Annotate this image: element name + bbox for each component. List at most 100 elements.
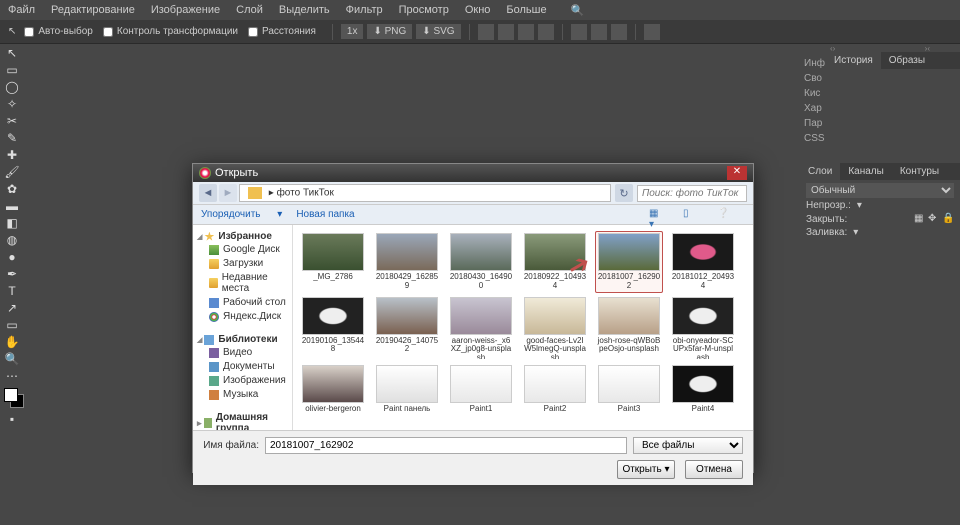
foreground-color[interactable] <box>4 388 18 402</box>
panel-handle-left[interactable]: ‹› <box>830 44 835 52</box>
preview-pane-icon[interactable]: ▯ <box>683 208 697 222</box>
sidebar-libraries[interactable]: Библиотеки <box>197 334 290 345</box>
file-item[interactable]: 20181012_204934 <box>669 231 737 293</box>
opacity-slider[interactable]: ▾ <box>857 200 954 211</box>
mini-swatches[interactable]: Сво <box>804 71 822 86</box>
align-right-icon[interactable] <box>518 24 534 40</box>
lasso-tool[interactable]: ◯ <box>2 78 22 95</box>
more-align-icon[interactable] <box>644 24 660 40</box>
lock-all-icon[interactable]: 🔒 <box>942 213 954 225</box>
lock-pixels-icon[interactable]: ▦ <box>914 213 926 225</box>
sidebar-item-video[interactable]: Видео <box>195 346 290 359</box>
export-svg-button[interactable]: ⬇ SVG <box>416 24 460 39</box>
menu-window[interactable]: Окно <box>465 4 491 16</box>
pixel-ratio-select[interactable]: 1x <box>341 24 364 39</box>
mini-paragraph[interactable]: Пар <box>804 116 822 131</box>
distribute-h-icon[interactable] <box>571 24 587 40</box>
align-top-icon[interactable] <box>538 24 554 40</box>
nav-back-button[interactable]: ◄ <box>199 184 217 202</box>
eraser-tool[interactable]: ▬ <box>2 197 22 214</box>
blend-mode-select[interactable]: Обычный <box>806 183 954 198</box>
distances-toggle[interactable]: Расстояния <box>248 26 316 37</box>
cancel-button[interactable]: Отмена <box>685 460 743 479</box>
search-input[interactable] <box>637 185 747 202</box>
sidebar-item-music[interactable]: Музыка <box>195 388 290 401</box>
tab-paths[interactable]: Контуры <box>892 163 947 180</box>
auto-select-toggle[interactable]: Авто-выбор <box>24 26 92 37</box>
mini-character[interactable]: Хар <box>804 101 822 116</box>
clone-tool[interactable]: ✿ <box>2 180 22 197</box>
sidebar-item-desktop[interactable]: Рабочий стол <box>195 296 290 309</box>
distribute-v-icon[interactable] <box>591 24 607 40</box>
align-left-icon[interactable] <box>478 24 494 40</box>
menu-image[interactable]: Изображение <box>151 4 220 16</box>
file-item[interactable]: olivier-bergeron <box>299 363 367 416</box>
filename-input[interactable] <box>265 437 627 454</box>
mini-info[interactable]: Инф <box>804 56 822 71</box>
lock-position-icon[interactable]: ✥ <box>928 213 940 225</box>
healing-tool[interactable]: ✚ <box>2 146 22 163</box>
mini-brushes[interactable]: Кис <box>804 86 822 101</box>
magic-wand-tool[interactable]: ✧ <box>2 95 22 112</box>
file-item[interactable]: 20190106_135448 <box>299 295 367 361</box>
menu-edit[interactable]: Редактирование <box>51 4 135 16</box>
type-tool[interactable]: T <box>2 282 22 299</box>
help-icon[interactable]: ❔ <box>717 208 731 222</box>
blur-tool[interactable]: ◍ <box>2 231 22 248</box>
file-item[interactable]: good-faces-Lv2IW5lmegQ-unsplash <box>521 295 589 361</box>
file-item[interactable]: 20190426_140752 <box>373 295 441 361</box>
menu-layer[interactable]: Слой <box>236 4 263 16</box>
eyedropper-tool[interactable]: ✎ <box>2 129 22 146</box>
file-item[interactable]: 20181007_162902 <box>595 231 663 293</box>
sidebar-item-documents[interactable]: Документы <box>195 360 290 373</box>
menu-file[interactable]: Файл <box>8 4 35 16</box>
file-item[interactable]: obi-onyeador-SCUPx5far-M-unsplash <box>669 295 737 361</box>
hand-tool[interactable]: ✋ <box>2 333 22 350</box>
filetype-select[interactable]: Все файлы <box>633 437 743 454</box>
fill-slider[interactable]: ▾ <box>853 227 954 238</box>
align-middle-icon[interactable] <box>611 24 627 40</box>
menu-filter[interactable]: Фильтр <box>346 4 383 16</box>
pen-tool[interactable]: ✒ <box>2 265 22 282</box>
path-tool[interactable]: ↗ <box>2 299 22 316</box>
file-item[interactable]: aaron-weiss-_x6XZ_jp0g8-unsplash <box>447 295 515 361</box>
move-tool[interactable]: ↖ <box>2 44 22 61</box>
view-mode-icon[interactable]: ▦ ▾ <box>649 208 663 222</box>
sidebar-homegroup[interactable]: Домашняя группа <box>197 412 290 430</box>
new-folder-button[interactable]: Новая папка <box>296 209 354 220</box>
transform-controls-toggle[interactable]: Контроль трансформации <box>103 26 238 37</box>
quick-mask-toggle[interactable]: ▪ <box>2 410 22 427</box>
breadcrumb[interactable]: ▸ фото ТикТок <box>239 184 611 202</box>
menu-dots[interactable]: ⋯ <box>2 367 22 384</box>
zoom-tool[interactable]: 🔍 <box>2 350 22 367</box>
organize-button[interactable]: Упорядочить ▾ <box>201 209 282 220</box>
tab-presets[interactable]: Образы <box>881 52 933 69</box>
file-item[interactable]: Paint2 <box>521 363 589 416</box>
file-item[interactable]: Paint панель <box>373 363 441 416</box>
file-item[interactable]: Paint3 <box>595 363 663 416</box>
file-item[interactable]: 20180922_104934 <box>521 231 589 293</box>
align-center-h-icon[interactable] <box>498 24 514 40</box>
menu-view[interactable]: Просмотр <box>399 4 449 16</box>
tab-history[interactable]: История <box>826 52 881 69</box>
color-swatches[interactable] <box>4 388 22 406</box>
panel-handle-right[interactable]: ›‹ <box>925 44 930 52</box>
file-item[interactable]: Paint1 <box>447 363 515 416</box>
dodge-tool[interactable]: ● <box>2 248 22 265</box>
export-png-button[interactable]: ⬇ PNG <box>367 24 412 39</box>
sidebar-favorites[interactable]: Избранное <box>197 231 290 242</box>
brush-tool[interactable]: 🖌 <box>2 163 22 180</box>
menu-more[interactable]: Больше <box>506 4 546 16</box>
search-icon[interactable]: 🔍 <box>571 4 585 17</box>
file-item[interactable]: Paint4 <box>669 363 737 416</box>
sidebar-item-yandex[interactable]: Яндекс.Диск <box>195 310 290 323</box>
file-item[interactable]: 20180430_164900 <box>447 231 515 293</box>
mini-css[interactable]: CSS <box>804 131 822 146</box>
sidebar-item-images[interactable]: Изображения <box>195 374 290 387</box>
file-item[interactable]: josh-rose-qWBoBpeOsjo-unsplash <box>595 295 663 361</box>
tab-channels[interactable]: Каналы <box>840 163 892 180</box>
crop-tool[interactable]: ✂ <box>2 112 22 129</box>
file-item[interactable]: 20180429_162859 <box>373 231 441 293</box>
shape-tool[interactable]: ▭ <box>2 316 22 333</box>
marquee-tool[interactable]: ▭ <box>2 61 22 78</box>
